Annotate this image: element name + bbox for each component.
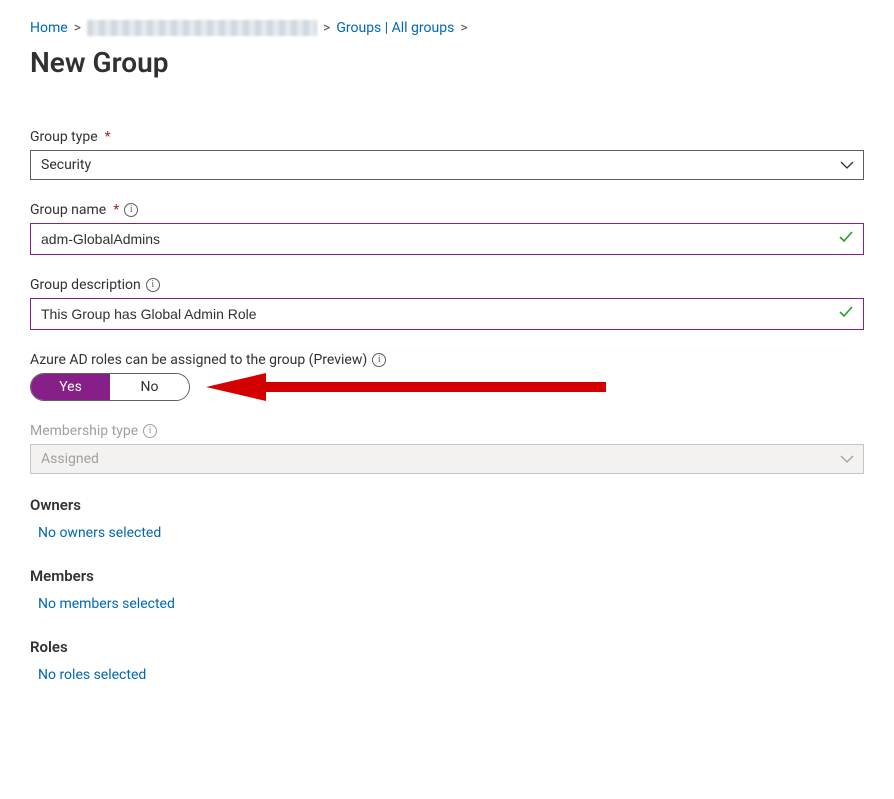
group-type-value: Security (41, 157, 91, 173)
info-icon[interactable]: i (372, 353, 386, 367)
roles-assignable-label: Azure AD roles can be assigned to the gr… (30, 352, 864, 368)
group-description-label: Group description i (30, 277, 864, 293)
members-select-link[interactable]: No members selected (38, 596, 175, 612)
info-icon[interactable]: i (124, 203, 138, 217)
toggle-yes-option[interactable]: Yes (31, 374, 110, 400)
group-type-select[interactable]: Security (30, 150, 864, 180)
checkmark-icon (838, 304, 854, 324)
breadcrumb-separator: > (323, 20, 330, 36)
group-description-input[interactable] (30, 298, 864, 330)
page-title: New Group (30, 46, 864, 79)
checkmark-icon (838, 229, 854, 249)
breadcrumb-separator: > (74, 20, 81, 36)
field-group-description: Group description i (30, 277, 864, 330)
required-asterisk: * (113, 202, 119, 218)
breadcrumb-separator: > (460, 20, 467, 36)
members-section-title: Members (30, 567, 864, 585)
field-membership-type: Membership type i Assigned (30, 423, 864, 474)
field-roles-assignable: Azure AD roles can be assigned to the gr… (30, 352, 864, 401)
group-name-input[interactable] (30, 223, 864, 255)
breadcrumb: Home > > Groups | All groups > (30, 20, 864, 36)
annotation-arrow (206, 373, 606, 401)
breadcrumb-home[interactable]: Home (30, 20, 68, 36)
required-asterisk: * (105, 129, 111, 145)
owners-select-link[interactable]: No owners selected (38, 525, 161, 541)
group-type-label: Group type* (30, 129, 864, 145)
roles-select-link[interactable]: No roles selected (38, 667, 146, 683)
roles-section-title: Roles (30, 638, 864, 656)
membership-type-select: Assigned (30, 444, 864, 474)
group-name-label: Group name* i (30, 202, 864, 218)
membership-type-label: Membership type i (30, 423, 864, 439)
field-group-name: Group name* i (30, 202, 864, 255)
owners-section-title: Owners (30, 496, 864, 514)
membership-type-value: Assigned (41, 451, 99, 467)
breadcrumb-tenant-redacted (87, 20, 317, 36)
info-icon[interactable]: i (146, 278, 160, 292)
breadcrumb-groups[interactable]: Groups | All groups (336, 20, 454, 36)
field-group-type: Group type* Security (30, 129, 864, 180)
roles-assignable-toggle[interactable]: Yes No (30, 373, 190, 401)
toggle-no-option[interactable]: No (110, 374, 189, 400)
info-icon: i (143, 424, 157, 438)
